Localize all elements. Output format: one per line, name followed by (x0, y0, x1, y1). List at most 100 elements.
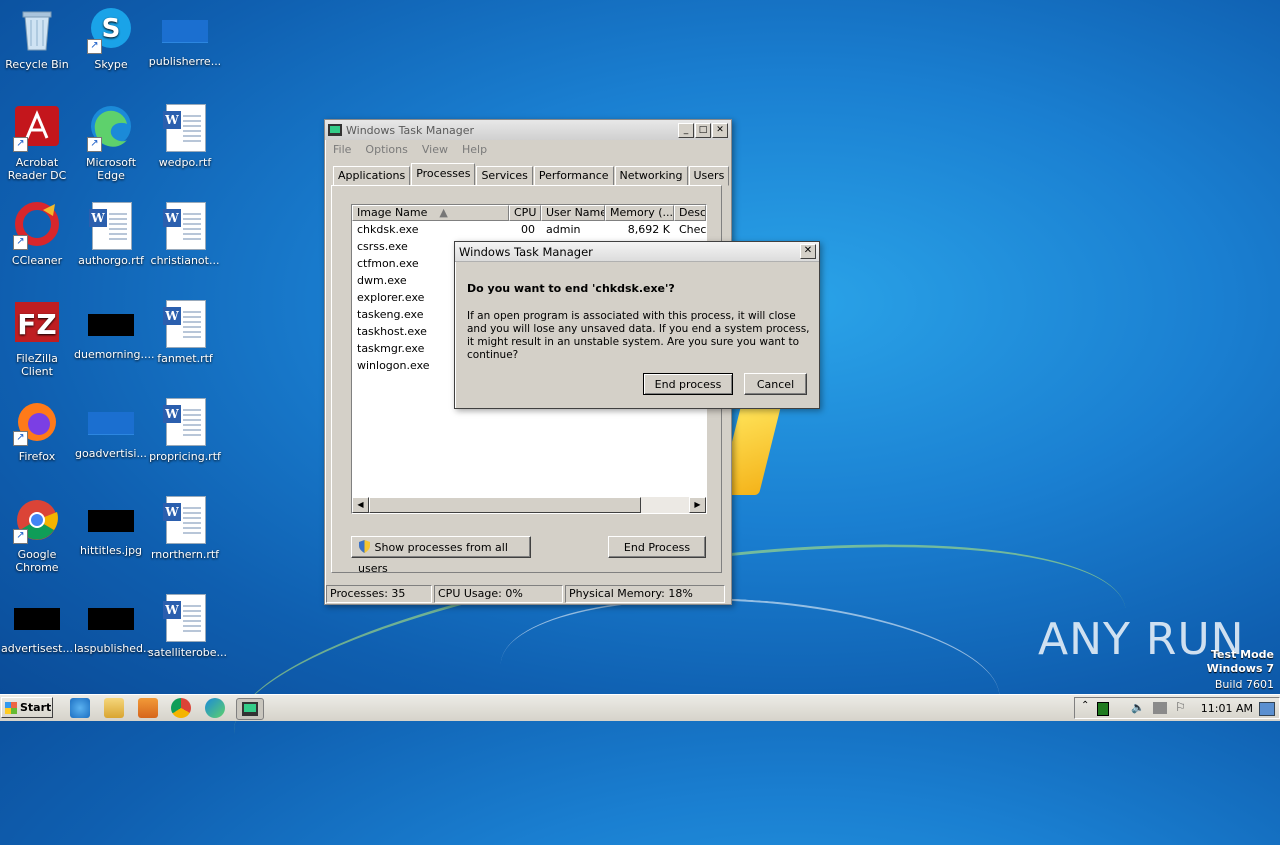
menu-view[interactable]: View (422, 143, 448, 156)
desktop-icon-label: Acrobat Reader DC (7, 156, 67, 182)
watermark-build: Build 7601 (1214, 678, 1274, 691)
media-player-icon[interactable] (138, 698, 158, 718)
show-all-users-button[interactable]: Show processes from all users (351, 536, 531, 575)
column-header-memory[interactable]: Memory (... (605, 205, 674, 221)
tab-users[interactable]: Users (688, 166, 730, 186)
close-button[interactable]: ✕ (712, 122, 728, 138)
sort-ascending-icon: ▲ (439, 206, 448, 219)
maximize-button[interactable]: □ (695, 122, 711, 138)
tab-networking[interactable]: Networking (614, 166, 688, 186)
desktop-icon-wedpo[interactable]: W wedpo.rtf (148, 104, 222, 169)
volume-icon[interactable]: 🔈 (1131, 701, 1145, 714)
start-button[interactable]: Start (1, 697, 53, 718)
desktop-icon-skype[interactable]: S ↗ Skype (74, 6, 148, 71)
chrome-taskbar-icon[interactable] (171, 698, 191, 718)
file-thumbnail-icon (162, 20, 208, 43)
svg-text:S: S (102, 14, 121, 44)
internet-explorer-icon[interactable] (70, 698, 90, 718)
confirm-end-process-button[interactable]: End process (643, 373, 733, 395)
desktop-icon-label: goadvertisi... (75, 447, 147, 460)
notification-area: ⌃ 🔈 ⚐ 11:01 AM (1074, 697, 1280, 719)
shortcut-arrow-icon: ↗ (87, 39, 102, 54)
skype-icon: S ↗ (87, 6, 135, 54)
desktop-icon-label: FileZilla Client (16, 352, 58, 378)
desktop-icon-edge[interactable]: ↗ Microsoft Edge (74, 104, 148, 182)
desktop-icon-label: advertisest... (1, 642, 73, 655)
desktop-icon-laspublished[interactable]: laspublished... (74, 594, 154, 655)
watermark-test-mode: Test Mode (1211, 648, 1274, 661)
desktop-icon-label: CCleaner (11, 254, 63, 267)
column-header-cpu[interactable]: CPU (509, 205, 541, 221)
status-cpu-usage: CPU Usage: 0% (434, 585, 563, 603)
desktop-icon-acrobat[interactable]: ↗ Acrobat Reader DC (0, 104, 74, 182)
dialog-title-bar[interactable]: Windows Task Manager ✕ (455, 242, 819, 262)
chrome-icon: ↗ (13, 496, 61, 544)
word-document-icon: W (161, 594, 209, 642)
dialog-cancel-button[interactable]: Cancel (744, 373, 807, 395)
desktop-icon-christianot[interactable]: W christianot... (148, 202, 222, 267)
column-header-user-name[interactable]: User Name (541, 205, 605, 221)
desktop-icon-goadvertisi[interactable]: goadvertisi... (74, 398, 148, 460)
menu-options[interactable]: Options (365, 143, 407, 156)
menu-help[interactable]: Help (462, 143, 487, 156)
desktop-icon-label: rnorthern.rtf (150, 548, 220, 561)
task-manager-icon (242, 702, 258, 716)
table-row[interactable]: chkdsk.exe 00 admin 8,692 K Chec (352, 221, 706, 238)
edge-icon: ↗ (87, 104, 135, 152)
column-header-description[interactable]: Desc (674, 205, 706, 221)
desktop-icon-label: authorgo.rtf (78, 254, 144, 267)
action-center-flag-icon[interactable]: ⚐ (1175, 700, 1186, 714)
desktop-icon-recycle-bin[interactable]: Recycle Bin (0, 6, 74, 71)
word-document-icon: W (161, 398, 209, 446)
tray-app-icon[interactable] (1097, 702, 1109, 716)
tab-applications[interactable]: Applications (333, 166, 411, 186)
desktop-icon-ccleaner[interactable]: ↗ CCleaner (0, 202, 74, 267)
desktop-icon-hittitles[interactable]: hittitles.jpg (74, 496, 148, 557)
word-document-icon: W (161, 104, 209, 152)
desktop-icon-fanmet[interactable]: W fanmet.rtf (148, 300, 222, 365)
svg-text:FZ: FZ (17, 308, 56, 341)
shortcut-arrow-icon: ↗ (87, 137, 102, 152)
windows-flag-icon (5, 702, 17, 714)
edge-taskbar-icon[interactable] (205, 698, 225, 718)
desktop-icon-label: christianot... (150, 254, 220, 267)
network-icon[interactable] (1153, 702, 1167, 714)
title-bar[interactable]: Windows Task Manager _ □ ✕ (325, 120, 731, 140)
desktop-icon-authorgo[interactable]: W authorgo.rtf (74, 202, 148, 267)
scrollbar-thumb[interactable] (369, 497, 641, 513)
shortcut-arrow-icon: ↗ (13, 137, 28, 152)
menu-bar: File Options View Help (325, 140, 731, 158)
task-manager-taskbar-button[interactable] (236, 698, 264, 720)
clock[interactable]: 11:01 AM (1201, 702, 1253, 715)
end-process-button[interactable]: End Process (608, 536, 706, 558)
word-document-icon: W (161, 202, 209, 250)
uac-shield-icon (359, 540, 370, 553)
minimize-button[interactable]: _ (678, 122, 694, 138)
desktop-icon-satelliterobe[interactable]: W satelliterobe... (148, 594, 227, 659)
file-thumbnail-icon (88, 412, 134, 435)
desktop-icon-chrome[interactable]: ↗ Google Chrome (0, 496, 74, 574)
horizontal-scrollbar[interactable]: ◀ ▶ (352, 497, 706, 513)
desktop-icon-publisherre[interactable]: publisherre... (148, 6, 222, 68)
tab-strip: Applications Processes Services Performa… (333, 163, 730, 186)
list-header: Image Name ▲ CPU User Name Memory (... De… (352, 205, 706, 221)
show-hidden-icons-chevron-icon[interactable]: ⌃ (1081, 700, 1089, 711)
column-header-image-name[interactable]: Image Name ▲ (352, 205, 509, 221)
desktop-icon-label: hittitles.jpg (79, 544, 143, 557)
show-desktop-icon[interactable] (1259, 702, 1275, 716)
tab-services[interactable]: Services (476, 166, 533, 186)
desktop-icon-firefox[interactable]: ↗ Firefox (0, 398, 74, 463)
desktop-icon-filezilla[interactable]: FZ FileZilla Client (0, 300, 74, 378)
desktop-icon-rnorthern[interactable]: W rnorthern.rtf (148, 496, 222, 561)
file-explorer-icon[interactable] (104, 698, 124, 718)
desktop-icon-duemorning[interactable]: duemorning.... (74, 300, 154, 361)
dialog-close-button[interactable]: ✕ (800, 244, 816, 259)
menu-file[interactable]: File (333, 143, 351, 156)
desktop-icon-propricing[interactable]: W propricing.rtf (148, 398, 222, 463)
scroll-right-button[interactable]: ▶ (689, 497, 706, 513)
tab-performance[interactable]: Performance (533, 166, 614, 186)
task-manager-icon (328, 124, 342, 136)
tab-processes[interactable]: Processes (411, 163, 476, 185)
desktop-icon-advertisest[interactable]: advertisest... (0, 594, 74, 655)
scroll-left-button[interactable]: ◀ (352, 497, 369, 513)
